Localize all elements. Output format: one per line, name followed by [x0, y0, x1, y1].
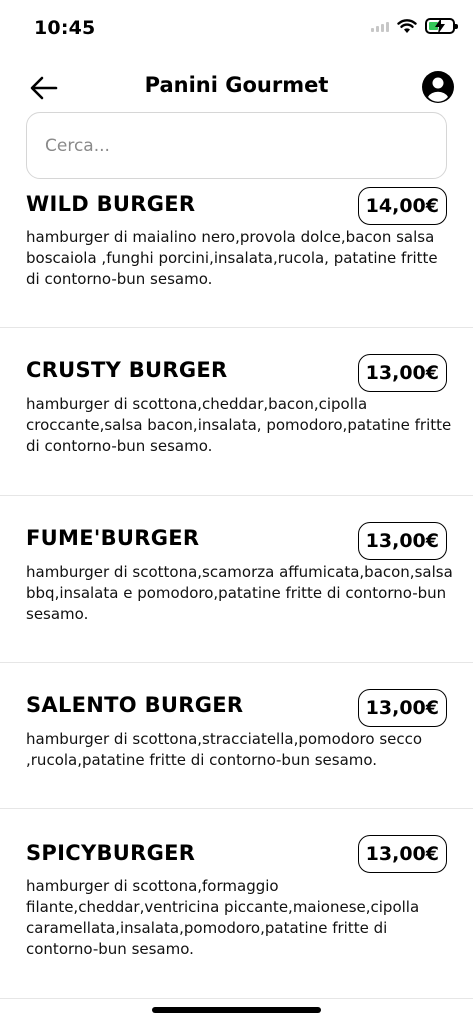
search-box	[26, 112, 447, 179]
battery-icon	[425, 18, 458, 34]
item-name: SPICYBURGER	[26, 841, 196, 865]
menu-list: WILD BURGER 14,00€ hamburger di maialino…	[0, 186, 473, 999]
status-bar: 10:45	[0, 0, 473, 56]
item-price: 13,00€	[357, 354, 447, 392]
menu-item-crusty-burger[interactable]: CRUSTY BURGER 13,00€ hamburger di scotto…	[0, 328, 473, 496]
wifi-icon	[397, 18, 417, 33]
item-price: 13,00€	[357, 689, 447, 727]
item-name: FUME'BURGER	[26, 526, 200, 550]
item-price: 14,00€	[357, 187, 447, 225]
menu-item-spicyburger[interactable]: SPICYBURGER 13,00€ hamburger di scottona…	[0, 809, 473, 999]
item-price: 13,00€	[357, 522, 447, 560]
item-description: hamburger di scottona,formaggio filante,…	[26, 877, 420, 958]
item-description: hamburger di scottona,cheddar,bacon,cipo…	[26, 395, 452, 455]
signal-icon	[371, 20, 389, 32]
home-indicator[interactable]	[152, 1007, 321, 1013]
header: Panini Gourmet	[0, 62, 473, 114]
page-title: Panini Gourmet	[144, 73, 329, 97]
item-description: hamburger di scottona,scamorza affumicat…	[26, 563, 453, 623]
item-name: SALENTO BURGER	[26, 693, 244, 717]
status-icons	[371, 18, 458, 34]
menu-item-fume-burger[interactable]: FUME'BURGER 13,00€ hamburger di scottona…	[0, 496, 473, 663]
item-name: CRUSTY BURGER	[26, 358, 228, 382]
item-price: 13,00€	[357, 835, 447, 873]
item-name: WILD BURGER	[26, 192, 196, 216]
profile-icon	[422, 71, 454, 103]
item-description: hamburger di maialino nero,provola dolce…	[26, 228, 438, 288]
search-input[interactable]	[27, 113, 446, 178]
profile-button[interactable]	[421, 70, 457, 106]
item-description: hamburger di scottona,stracciatella,pomo…	[26, 730, 423, 769]
menu-item-wild-burger[interactable]: WILD BURGER 14,00€ hamburger di maialino…	[0, 186, 473, 328]
status-time: 10:45	[34, 17, 96, 39]
menu-item-salento-burger[interactable]: SALENTO BURGER 13,00€ hamburger di scott…	[0, 663, 473, 809]
